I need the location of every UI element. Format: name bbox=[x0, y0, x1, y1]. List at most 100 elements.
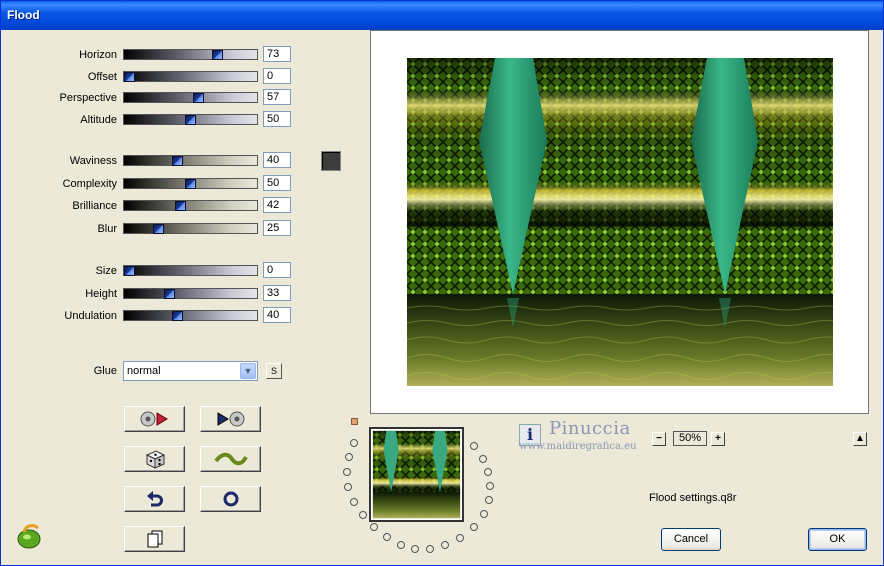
offset-slider-thumb[interactable] bbox=[124, 72, 135, 82]
prev-preset-button[interactable] bbox=[124, 406, 185, 432]
perspective-label: Perspective bbox=[59, 92, 117, 104]
navigator-dot[interactable] bbox=[441, 541, 449, 549]
prev-preset-icon bbox=[140, 411, 168, 427]
blur-label: Blur bbox=[97, 223, 117, 235]
randomize-button[interactable] bbox=[124, 446, 185, 472]
waviness-label: Waviness bbox=[69, 155, 117, 167]
cancel-button[interactable]: Cancel bbox=[661, 528, 721, 551]
window-title: Flood bbox=[7, 8, 40, 22]
navigator-dot[interactable] bbox=[486, 482, 494, 490]
next-preset-icon bbox=[217, 411, 244, 427]
flood-preview-image bbox=[407, 58, 833, 386]
navigator-dot[interactable] bbox=[479, 455, 487, 463]
horizon-slider-thumb[interactable] bbox=[212, 50, 223, 60]
randomize-dice-icon bbox=[145, 450, 165, 469]
offset-value[interactable]: 0 bbox=[263, 68, 291, 84]
complexity-label: Complexity bbox=[62, 178, 117, 190]
offset-slider[interactable] bbox=[123, 71, 258, 82]
navigator-dot[interactable] bbox=[470, 442, 478, 450]
navigator-dot[interactable] bbox=[370, 523, 378, 531]
navigator-dot[interactable] bbox=[485, 496, 493, 504]
preview-panel[interactable] bbox=[370, 30, 869, 414]
copy-button[interactable] bbox=[124, 526, 185, 552]
navigator-dot[interactable] bbox=[426, 545, 434, 553]
altitude-value[interactable]: 50 bbox=[263, 111, 291, 127]
navigator-dot[interactable] bbox=[345, 453, 353, 461]
navigator-dot[interactable] bbox=[456, 534, 464, 542]
title-bar[interactable]: Flood bbox=[1, 1, 883, 30]
zoom-level: 50% bbox=[673, 431, 707, 446]
brilliance-value[interactable]: 42 bbox=[263, 197, 291, 213]
navigator-dot[interactable] bbox=[359, 511, 367, 519]
navigator-up-button[interactable]: ▲ bbox=[853, 432, 867, 446]
navigator-thumbnail[interactable] bbox=[369, 427, 464, 522]
navigator-handle-icon[interactable] bbox=[351, 418, 358, 425]
offset-label: Offset bbox=[87, 71, 117, 83]
brilliance-slider[interactable] bbox=[123, 200, 258, 211]
glue-selected-value: normal bbox=[127, 365, 161, 377]
complexity-slider-thumb[interactable] bbox=[185, 179, 196, 189]
blur-slider-thumb[interactable] bbox=[153, 224, 164, 234]
blur-slider[interactable] bbox=[123, 223, 258, 234]
perspective-slider-thumb[interactable] bbox=[193, 93, 204, 103]
height-label: Height bbox=[85, 288, 117, 300]
undo-button[interactable] bbox=[124, 486, 185, 512]
navigator-dot[interactable] bbox=[383, 533, 391, 541]
chevron-down-icon[interactable]: ▼ bbox=[240, 363, 256, 379]
size-value[interactable]: 0 bbox=[263, 262, 291, 278]
reset-button[interactable] bbox=[200, 486, 261, 512]
navigator-dot[interactable] bbox=[350, 498, 358, 506]
navigator-dot[interactable] bbox=[470, 523, 478, 531]
horizon-value[interactable]: 73 bbox=[263, 46, 291, 62]
navigator-dot[interactable] bbox=[350, 439, 358, 447]
app-logo-icon bbox=[17, 524, 41, 549]
zoom-in-button[interactable]: + bbox=[711, 432, 725, 446]
glue-s-button[interactable]: S bbox=[266, 363, 282, 379]
next-preset-button[interactable] bbox=[200, 406, 261, 432]
altitude-slider-thumb[interactable] bbox=[185, 115, 196, 125]
dialog-content: Horizon 73 Offset 0 Perspective 57 Altit… bbox=[1, 30, 883, 565]
brilliance-label: Brilliance bbox=[72, 200, 117, 212]
undulation-slider[interactable] bbox=[123, 310, 258, 321]
height-slider[interactable] bbox=[123, 288, 258, 299]
navigator-dot[interactable] bbox=[343, 468, 351, 476]
reset-icon bbox=[223, 491, 238, 507]
navigator-dot[interactable] bbox=[411, 545, 419, 553]
size-slider[interactable] bbox=[123, 265, 258, 276]
ok-button[interactable]: OK bbox=[808, 528, 867, 551]
waviness-value[interactable]: 40 bbox=[263, 152, 291, 168]
navigator-dot[interactable] bbox=[344, 483, 352, 491]
watermark-url: www.maidiregrafica.eu bbox=[519, 441, 637, 452]
color-swatch[interactable] bbox=[321, 151, 341, 171]
altitude-slider[interactable] bbox=[123, 114, 258, 125]
navigator-dot[interactable] bbox=[480, 510, 488, 518]
perspective-slider[interactable] bbox=[123, 92, 258, 103]
undulation-value[interactable]: 40 bbox=[263, 307, 291, 323]
size-label: Size bbox=[95, 265, 117, 277]
flood-dialog: Flood Horizon 73 Offset 0 Perspective 57… bbox=[0, 0, 884, 566]
navigator-dot[interactable] bbox=[397, 541, 405, 549]
wave-button[interactable] bbox=[200, 446, 261, 472]
navigator-dot[interactable] bbox=[484, 468, 492, 476]
wave-icon bbox=[213, 452, 248, 466]
waviness-slider-thumb[interactable] bbox=[172, 156, 183, 166]
brilliance-slider-thumb[interactable] bbox=[175, 201, 186, 211]
glue-label: Glue bbox=[93, 365, 117, 377]
height-value[interactable]: 33 bbox=[263, 285, 291, 301]
undo-icon bbox=[146, 491, 163, 507]
complexity-slider[interactable] bbox=[123, 178, 258, 189]
height-slider-thumb[interactable] bbox=[164, 289, 175, 299]
perspective-value[interactable]: 57 bbox=[263, 89, 291, 105]
altitude-label: Altitude bbox=[80, 114, 117, 126]
blur-value[interactable]: 25 bbox=[263, 220, 291, 236]
size-slider-thumb[interactable] bbox=[124, 266, 135, 276]
copy-icon bbox=[147, 530, 162, 548]
complexity-value[interactable]: 50 bbox=[263, 175, 291, 191]
waviness-slider[interactable] bbox=[123, 155, 258, 166]
glue-select[interactable]: normal ▼ bbox=[123, 361, 258, 381]
horizon-slider[interactable] bbox=[123, 49, 258, 60]
undulation-slider-thumb[interactable] bbox=[172, 311, 183, 321]
zoom-out-button[interactable]: − bbox=[652, 432, 666, 446]
undulation-label: Undulation bbox=[64, 310, 117, 322]
settings-filename: Flood settings.q8r bbox=[649, 492, 737, 504]
